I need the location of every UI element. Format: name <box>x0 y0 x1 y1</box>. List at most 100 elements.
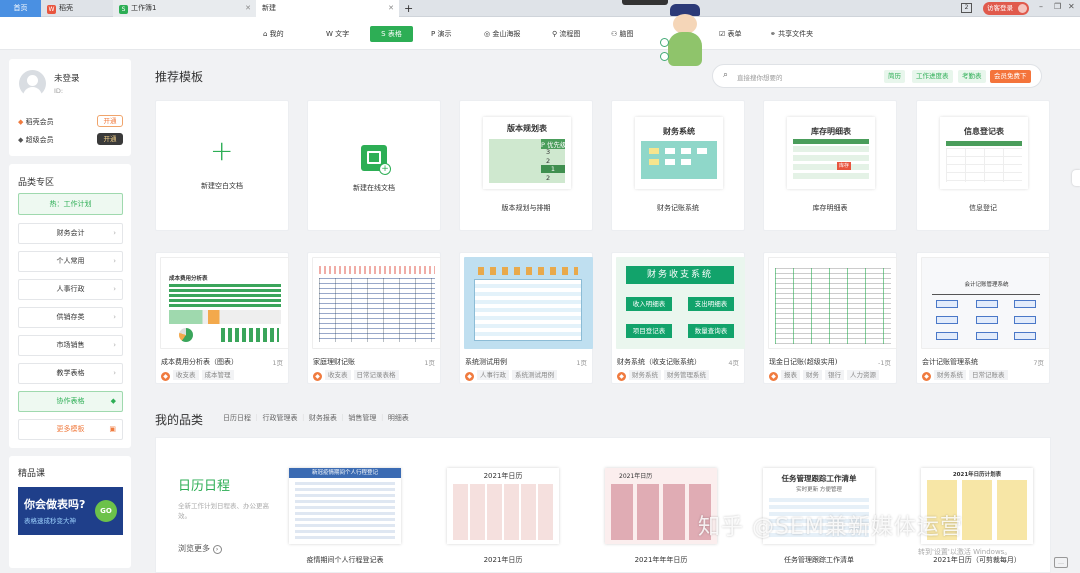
page-count: 7页 <box>1033 359 1044 367</box>
thumb-title: 任务管理跟踪工作清单 <box>781 474 857 483</box>
category-item-marketing[interactable]: 市场销售 › <box>18 335 123 356</box>
search-box[interactable]: ⌕ 直接搜你想要的 简历 工作进度表 考勤表 会员免费下 <box>712 64 1042 88</box>
tab-spreadsheet[interactable]: S 表格 <box>370 26 413 42</box>
tag[interactable]: 人事行政 <box>477 370 509 380</box>
tab-mine[interactable]: ⌂ 我的 <box>258 26 289 42</box>
search-input[interactable]: 直接搜你想要的 <box>737 72 783 82</box>
scroll-handle[interactable] <box>1072 170 1080 186</box>
tag[interactable]: 财务 <box>803 370 822 380</box>
tab-writer[interactable]: W 文字 <box>321 26 354 42</box>
category-item-more[interactable]: 更多模板 ▣ <box>18 419 123 440</box>
super-vip-row: ◆ 超级会员 <box>18 135 54 145</box>
user-name[interactable]: 未登录 <box>54 72 80 84</box>
docer-vip-label: 稻壳会员 <box>25 118 54 126</box>
template-card-accounting[interactable]: 会计记账管理系统 会计记账管理系统 7页 ◆ 财务系统 日常记账表 <box>916 252 1050 384</box>
windows-activation-notice: 转到'设置'以激活 Windows。 <box>918 548 1012 556</box>
category-item-label: 市场销售 <box>56 341 85 349</box>
super-vip-open-button[interactable]: 开通 <box>97 133 123 145</box>
category-item-teaching[interactable]: 教学表格 › <box>18 363 123 384</box>
tag[interactable]: 银行 <box>825 370 844 380</box>
category-item-collab[interactable]: 协作表格 ◆ <box>18 391 123 412</box>
category-item-label: 个人常用 <box>56 257 85 265</box>
tag[interactable]: 人力资源 <box>847 370 879 380</box>
template-card-cost-analysis[interactable]: 成本费用分析表 成本费用分析表（图表） 1页 ◆ 收支表 成本管理 <box>155 252 289 384</box>
new-online-doc-card[interactable]: + 新建在线文档 <box>307 100 441 231</box>
category-item-finance[interactable]: 财务会计 › <box>18 223 123 244</box>
tab-new[interactable]: 新建 ✕ <box>256 0 399 17</box>
my-category-title: 我的品类 <box>155 413 204 427</box>
tag-row: ◆ 报表 财务 银行 人力资源 <box>769 370 882 381</box>
page-count: 1页 <box>424 359 435 367</box>
search-tag[interactable]: 工作进度表 <box>912 70 953 83</box>
vip-free-tag[interactable]: 会员免费下 <box>990 70 1031 83</box>
search-tag[interactable]: 简历 <box>884 70 905 83</box>
restore-icon[interactable]: ❐ <box>1054 2 1061 11</box>
tab-docer[interactable]: W 稻壳 <box>41 0 113 17</box>
thumb-sub: P 优先级 <box>541 139 567 149</box>
docer-icon: ◆ <box>617 372 626 381</box>
template-card-cash-journal[interactable]: 现金日记账(超级实用) -1页 ◆ 报表 财务 银行 人力资源 <box>763 252 897 384</box>
my-template-thumb[interactable]: 2021年日历 <box>447 468 559 544</box>
tag[interactable]: 财务系统 <box>934 370 966 380</box>
my-tab[interactable]: 明细表 <box>388 414 409 422</box>
template-card-version-plan[interactable]: 版本规划表 P 优先级 3 2 1 2 版本规划与排期 <box>459 100 593 231</box>
course-banner[interactable]: 你会做表吗? 表格速成秒变大神 GO <box>18 487 123 535</box>
close-icon[interactable]: ✕ <box>388 0 394 17</box>
tab-mindmap-label: 脑图 <box>619 30 634 38</box>
my-tab[interactable]: 日历日程 <box>223 414 251 422</box>
mascot-illustration[interactable] <box>660 2 710 67</box>
tab-flowchart[interactable]: ⚲ 流程图 <box>547 26 585 42</box>
category-item-supply[interactable]: 供销存类 › <box>18 307 123 328</box>
category-item-personal[interactable]: 个人常用 › <box>18 251 123 272</box>
tag[interactable]: 报表 <box>781 370 800 380</box>
template-card-test-cases[interactable]: 系统测试用例 1页 ◆ 人事行政 系统测试用例 <box>459 252 593 384</box>
avatar[interactable] <box>19 70 46 97</box>
template-card-finance[interactable]: 财务系统 财务记账系统 <box>611 100 745 231</box>
new-blank-doc-card[interactable]: + 新建空白文档 <box>155 100 289 231</box>
template-card-inventory[interactable]: 库存明细表 库存 库存明细表 <box>763 100 897 231</box>
tag[interactable]: 财务系统 <box>629 370 661 380</box>
tag[interactable]: 日常记录表格 <box>353 370 399 380</box>
browse-more-link[interactable]: 浏览更多 › <box>178 543 222 554</box>
template-card-info-register[interactable]: 信息登记表 信息登记 <box>916 100 1050 231</box>
tab-presentation[interactable]: P 演示 <box>426 26 456 42</box>
minimize-icon[interactable]: – <box>1039 2 1043 11</box>
tag[interactable]: 系统测试用例 <box>512 370 557 380</box>
thumb-button: 数量查询表 <box>688 324 734 338</box>
tag[interactable]: 收支表 <box>173 370 199 380</box>
my-tab[interactable]: 财务报表 <box>309 414 337 422</box>
tab-workbook[interactable]: S 工作簿1 ✕ <box>113 0 256 17</box>
user-id: ID: <box>54 87 64 95</box>
tab-shared-folder[interactable]: ⚭ 共享文件夹 <box>765 26 818 42</box>
new-tab-plus-icon[interactable]: + <box>404 0 418 17</box>
category-item-hr[interactable]: 人事行政 › <box>18 279 123 300</box>
window-count-icon[interactable]: 2 <box>961 3 972 13</box>
docer-vip-open-button[interactable]: 开通 <box>97 115 123 127</box>
thumbnail: 成本费用分析表 <box>160 257 289 349</box>
tag[interactable]: 财务管理系统 <box>664 370 709 380</box>
template-card-finance-system[interactable]: 财务收支系统 收入明细表 支出明细表 项目登记表 数量查询表 财务系统（收支记账… <box>611 252 745 384</box>
my-tab[interactable]: 销售管理 <box>348 414 376 422</box>
template-card-family-finance[interactable]: 家庭理财记账 1页 ◆ 收支表 日常记录表格 <box>307 252 441 384</box>
close-icon[interactable]: ✕ <box>245 0 251 17</box>
tab-home[interactable]: 首页 <box>0 0 41 17</box>
card-label: 库存明细表 <box>812 204 848 212</box>
window-close-icon[interactable]: ✕ <box>1068 2 1075 11</box>
category-item-work-plan[interactable]: 热：工作计划 <box>18 193 123 215</box>
my-template-thumb[interactable]: 新冠疫情期间个人行程登记 <box>289 468 401 544</box>
thumb-title: 财务收支系统 <box>626 266 734 284</box>
tab-poster[interactable]: ◎ 金山海报 <box>479 26 525 42</box>
search-tag[interactable]: 考勤表 <box>958 70 986 83</box>
chat-icon[interactable]: … <box>1054 557 1068 568</box>
category-item-label: 更多模板 <box>56 425 85 433</box>
course-panel: 精品课 你会做表吗? 表格速成秒变大神 GO <box>9 456 131 568</box>
tag[interactable]: 收支表 <box>325 370 351 380</box>
tab-mindmap[interactable]: ⚇ 脑图 <box>606 26 639 42</box>
visitor-login-button[interactable]: 访客登录 <box>983 2 1029 15</box>
tab-form[interactable]: ☑ 表单 <box>714 26 747 42</box>
search-icon: ⌕ <box>723 70 729 80</box>
tag[interactable]: 日常记账表 <box>969 370 1008 380</box>
tag[interactable]: 成本管理 <box>201 370 234 380</box>
my-tab[interactable]: 行政管理表 <box>262 414 297 422</box>
category-item-label: 教学表格 <box>56 369 85 377</box>
